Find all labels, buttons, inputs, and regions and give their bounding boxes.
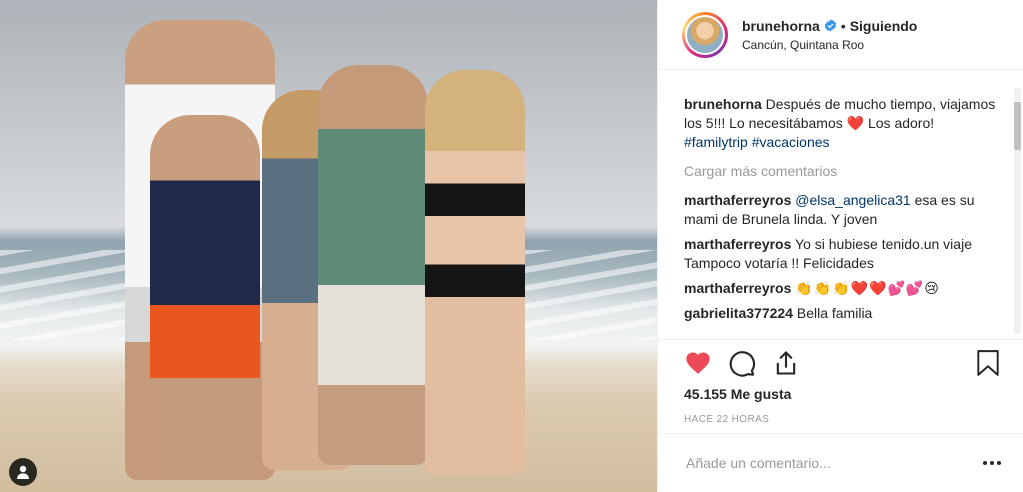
comment-username[interactable]: marthaferreyros <box>684 192 791 208</box>
share-icon[interactable] <box>772 349 800 377</box>
instagram-post: brunehorna • Siguiendo Cancún, Quintana … <box>0 0 1023 492</box>
caption: brunehorna Después de mucho tiempo, viaj… <box>684 95 998 152</box>
avatar <box>685 14 725 55</box>
likes-count[interactable]: 45.155 Me gusta <box>684 386 791 402</box>
actions-divider <box>658 339 1023 340</box>
comments-list[interactable]: brunehorna Después de mucho tiempo, viaj… <box>658 71 1014 339</box>
comment-item: marthaferreyros @elsa_angelica31 esa es … <box>684 191 998 229</box>
header-row: brunehorna • Siguiendo <box>742 18 917 34</box>
heart-icon[interactable] <box>684 349 712 377</box>
username-link[interactable]: brunehorna <box>742 18 820 34</box>
more-options-icon[interactable] <box>982 460 1002 466</box>
caption-username[interactable]: brunehorna <box>684 96 762 112</box>
person-man-green-shirt <box>318 65 428 465</box>
post-header: brunehorna • Siguiendo Cancún, Quintana … <box>658 0 1023 70</box>
comment-icon[interactable] <box>728 349 756 377</box>
post-sidebar: brunehorna • Siguiendo Cancún, Quintana … <box>657 0 1023 492</box>
avatar-story-ring[interactable] <box>682 11 728 58</box>
comment-item: gabrielita377224 Bella familia <box>684 304 998 323</box>
add-comment-bar <box>658 433 1023 492</box>
location-link[interactable]: Cancún, Quintana Roo <box>742 38 917 52</box>
caption-text-2: Los adoro! <box>867 115 935 131</box>
person-woman-bikini <box>425 70 525 475</box>
comment-mention[interactable]: @elsa_angelica31 <box>795 192 910 208</box>
post-photo[interactable] <box>0 0 657 492</box>
comment-username[interactable]: marthaferreyros <box>684 280 791 296</box>
comment-text: Bella familia <box>796 305 873 321</box>
hashtag-vacaciones[interactable]: #vacaciones <box>752 134 830 150</box>
load-more-comments-button[interactable]: Cargar más comentarios <box>684 162 998 181</box>
separator-dot: • <box>840 17 846 34</box>
heart-emoji: ❤️ <box>846 115 865 131</box>
comment-username[interactable]: gabrielita377224 <box>684 305 793 321</box>
action-icons <box>684 349 816 377</box>
scrollbar-thumb[interactable] <box>1014 102 1021 150</box>
header-info: brunehorna • Siguiendo Cancún, Quintana … <box>742 18 917 52</box>
comment-item: marthaferreyros 👏👏👏❤️❤️💕💕😢 <box>684 279 998 298</box>
post-timestamp[interactable]: HACE 22 HORAS <box>684 414 769 425</box>
hashtag-familytrip[interactable]: #familytrip <box>684 134 748 150</box>
user-tag-icon[interactable] <box>9 458 37 486</box>
comment-input[interactable] <box>684 454 982 472</box>
following-button[interactable]: Siguiendo <box>850 18 918 34</box>
comment-item: marthaferreyros Yo si hubiese tenido.un … <box>684 235 998 273</box>
person-boy <box>150 115 260 480</box>
comment-text: 👏👏👏❤️❤️💕💕😢 <box>795 280 940 296</box>
comment-username[interactable]: marthaferreyros <box>684 236 791 252</box>
verified-icon <box>824 19 836 32</box>
bookmark-icon[interactable] <box>975 349 1001 377</box>
comments-scrollbar[interactable] <box>1014 88 1021 334</box>
